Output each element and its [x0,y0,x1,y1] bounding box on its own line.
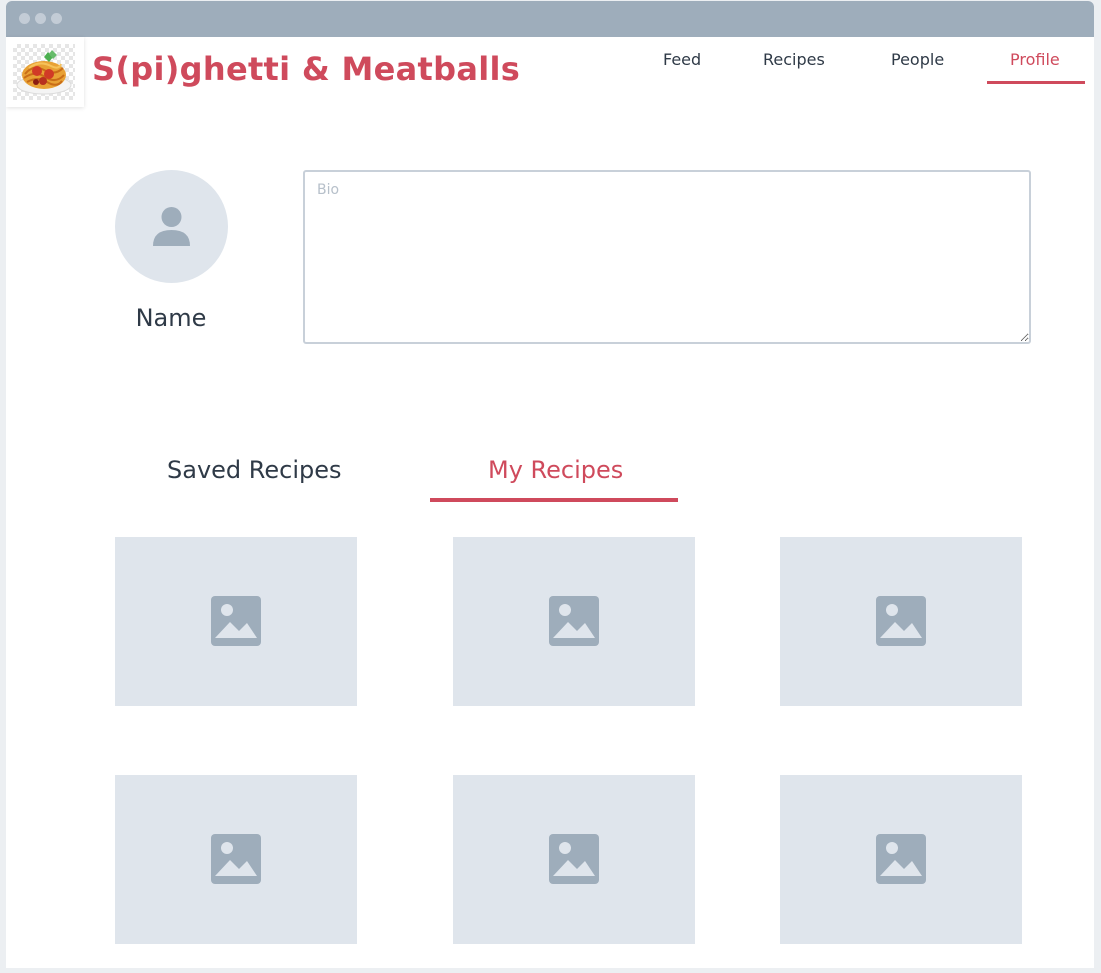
recipe-card[interactable] [453,537,695,706]
image-placeholder-icon [549,596,599,646]
recipe-card[interactable] [115,775,357,944]
browser-window: S(pi)ghetti & Meatballs Feed Recipes Peo… [6,1,1094,968]
tab-saved-recipes[interactable]: Saved Recipes [167,456,342,484]
avatar[interactable] [115,170,228,283]
window-dot-icon [19,13,30,24]
recipe-card[interactable] [780,775,1022,944]
nav-people[interactable]: People [891,50,944,69]
spaghetti-logo-icon [13,44,75,100]
image-placeholder-icon [876,834,926,884]
window-titlebar [6,1,1094,37]
image-placeholder-icon [211,596,261,646]
nav-feed[interactable]: Feed [663,50,701,69]
tab-my-recipes[interactable]: My Recipes [488,456,623,484]
logo[interactable] [6,37,84,107]
window-dot-icon [51,13,62,24]
tab-active-indicator [430,498,678,502]
bio-textarea[interactable] [303,170,1031,344]
nav-profile[interactable]: Profile [1010,50,1060,69]
recipe-card[interactable] [453,775,695,944]
window-dot-icon [35,13,46,24]
nav-active-indicator [987,81,1085,84]
user-icon [153,207,190,246]
image-placeholder-icon [211,834,261,884]
nav-recipes[interactable]: Recipes [763,50,825,69]
image-placeholder-icon [876,596,926,646]
profile-name: Name [135,304,207,332]
recipe-card[interactable] [115,537,357,706]
app-title: S(pi)ghetti & Meatballs [92,50,521,88]
recipe-card[interactable] [780,537,1022,706]
image-placeholder-icon [549,834,599,884]
